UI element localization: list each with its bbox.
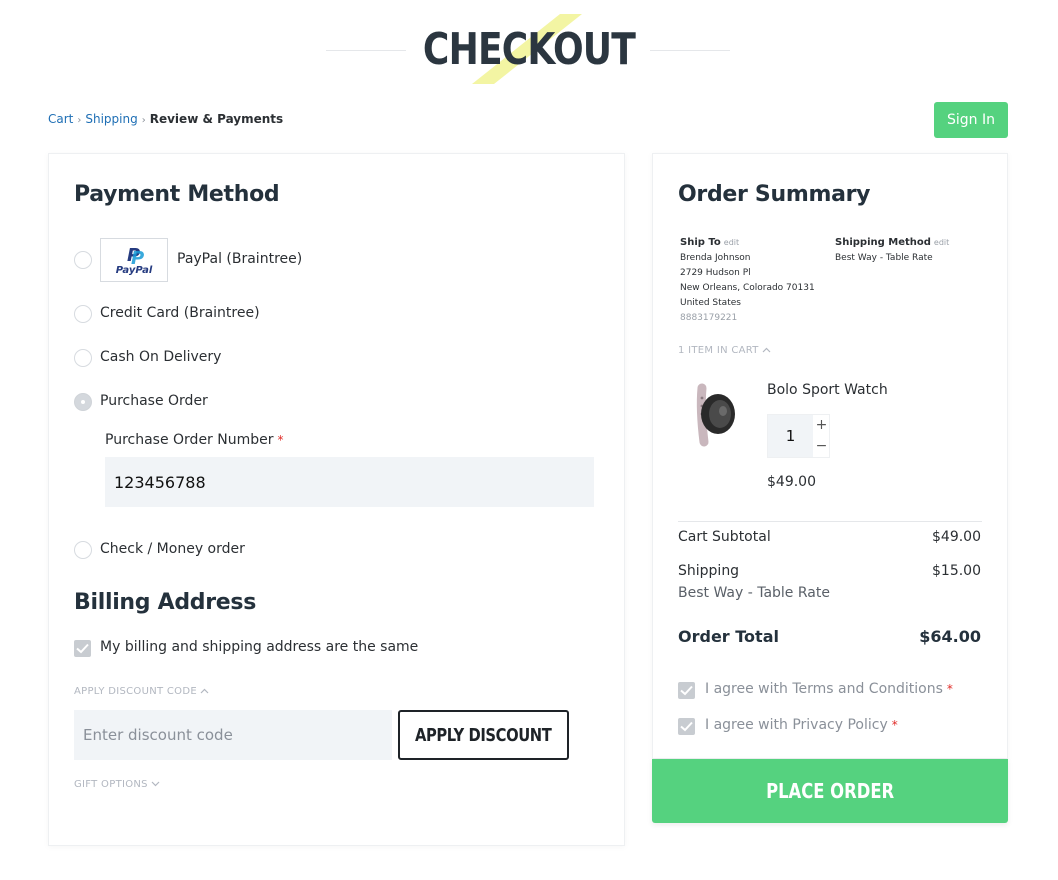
same-address-checkbox[interactable] xyxy=(74,640,91,657)
check-icon xyxy=(76,643,89,654)
quantity-stepper: 1 + − xyxy=(767,414,830,458)
radio-credit-card[interactable] xyxy=(74,305,92,323)
po-number-input[interactable] xyxy=(105,457,594,507)
ship-to-heading-row: Ship To edit xyxy=(680,235,830,251)
ship-to-heading: Ship To xyxy=(680,237,721,248)
product-image-watch xyxy=(696,383,735,447)
place-order-label: PLACE ORDER xyxy=(765,779,895,803)
summary-divider xyxy=(678,521,982,522)
payment-method-title: Payment Method xyxy=(74,182,280,207)
gift-options-label: GIFT OPTIONS xyxy=(74,779,148,790)
ship-to-city: New Orleans, Colorado 70131 xyxy=(680,283,815,293)
required-mark: * xyxy=(277,433,284,447)
page-header: CHECKOUT xyxy=(0,0,1058,100)
place-order-button[interactable]: PLACE ORDER xyxy=(652,759,1008,823)
order-summary-title: Order Summary xyxy=(678,182,871,207)
minus-icon[interactable]: − xyxy=(813,436,830,457)
apply-discount-button-label: APPLY DISCOUNT xyxy=(415,724,552,746)
chevron-down-icon xyxy=(151,779,160,790)
check-icon xyxy=(680,685,693,696)
ship-to-name: Brenda Johnson xyxy=(680,253,751,263)
order-total-label: Order Total xyxy=(678,627,779,646)
required-mark: * xyxy=(946,682,953,696)
payment-card: Payment Method P P PayPal PayPal (Braint… xyxy=(48,153,625,846)
option-label-paypal[interactable]: PayPal (Braintree) xyxy=(177,251,302,267)
breadcrumb-current: Review & Payments xyxy=(149,112,284,126)
privacy-label-text: I agree with Privacy Policy xyxy=(705,717,888,733)
subtotal-label: Cart Subtotal xyxy=(678,529,771,545)
page-title: CHECKOUT xyxy=(422,24,636,75)
paypal-logo: P P PayPal xyxy=(100,238,168,282)
shipping-label: Shipping xyxy=(678,563,740,579)
product-name[interactable]: Bolo Sport Watch xyxy=(767,382,888,398)
check-icon xyxy=(680,721,693,732)
product-price: $49.00 xyxy=(767,474,816,490)
radio-cash-on-delivery[interactable] xyxy=(74,349,92,367)
shipping-method-value: Best Way - Table Rate xyxy=(835,253,933,263)
ship-to-edit-link[interactable]: edit xyxy=(724,238,739,247)
breadcrumb-cart[interactable]: Cart xyxy=(48,112,73,126)
subtotal-value: $49.00 xyxy=(932,529,981,545)
option-label-purchase-order[interactable]: Purchase Order xyxy=(100,393,208,409)
breadcrumb-separator: › xyxy=(141,115,146,126)
ship-to-street: 2729 Hudson Pl xyxy=(680,268,751,278)
apply-discount-toggle-label: APPLY DISCOUNT CODE xyxy=(74,686,197,697)
items-in-cart-label: 1 ITEM IN CART xyxy=(678,345,759,356)
billing-address-title: Billing Address xyxy=(74,590,256,615)
option-label-check-money-order[interactable]: Check / Money order xyxy=(100,541,245,557)
quantity-value[interactable]: 1 xyxy=(768,415,813,457)
shipping-method-heading-row: Shipping Method edit xyxy=(835,235,1005,251)
sign-in-button[interactable]: Sign In xyxy=(934,102,1008,138)
discount-code-input[interactable] xyxy=(74,710,392,760)
po-number-label-text: Purchase Order Number xyxy=(105,432,274,448)
gift-options-toggle[interactable]: GIFT OPTIONS xyxy=(74,779,160,790)
shipping-method-block: Shipping Method edit Best Way - Table Rat… xyxy=(835,235,1005,266)
order-total-value: $64.00 xyxy=(919,627,981,646)
same-address-label[interactable]: My billing and shipping address are the … xyxy=(100,639,418,655)
terms-label-text: I agree with Terms and Conditions xyxy=(705,681,943,697)
ship-to-phone: 8883179221 xyxy=(680,313,738,323)
radio-paypal[interactable] xyxy=(74,251,92,269)
shipping-method-text: Best Way - Table Rate xyxy=(678,585,830,601)
breadcrumb: Cart › Shipping › Review & Payments xyxy=(48,112,283,126)
shipping-value: $15.00 xyxy=(932,563,981,579)
breadcrumb-shipping[interactable]: Shipping xyxy=(85,112,137,126)
option-label-cash-on-delivery[interactable]: Cash On Delivery xyxy=(100,349,221,365)
shipping-method-heading: Shipping Method xyxy=(835,237,931,248)
chevron-up-icon xyxy=(762,345,771,356)
ship-to-block: Ship To edit Brenda Johnson 2729 Hudson P… xyxy=(680,235,830,326)
apply-discount-toggle[interactable]: APPLY DISCOUNT CODE xyxy=(74,686,209,697)
apply-discount-button[interactable]: APPLY DISCOUNT xyxy=(398,710,569,760)
shipping-method-edit-link[interactable]: edit xyxy=(934,238,949,247)
plus-icon[interactable]: + xyxy=(813,415,830,436)
order-summary-card: Order Summary Ship To edit Brenda Johnson… xyxy=(652,153,1008,759)
paypal-logo-text: PayPal xyxy=(115,265,153,276)
breadcrumb-separator: › xyxy=(77,115,82,126)
privacy-label[interactable]: I agree with Privacy Policy * xyxy=(705,717,898,733)
terms-checkbox[interactable] xyxy=(678,682,695,699)
required-mark: * xyxy=(891,718,898,732)
chevron-up-icon xyxy=(200,686,209,697)
radio-check-money-order[interactable] xyxy=(74,541,92,559)
items-in-cart-toggle[interactable]: 1 ITEM IN CART xyxy=(678,345,771,356)
po-number-label: Purchase Order Number * xyxy=(105,432,284,448)
terms-label[interactable]: I agree with Terms and Conditions * xyxy=(705,681,953,697)
privacy-checkbox[interactable] xyxy=(678,718,695,735)
radio-purchase-order[interactable] xyxy=(74,393,92,411)
ship-to-country: United States xyxy=(680,298,741,308)
option-label-credit-card[interactable]: Credit Card (Braintree) xyxy=(100,305,260,321)
